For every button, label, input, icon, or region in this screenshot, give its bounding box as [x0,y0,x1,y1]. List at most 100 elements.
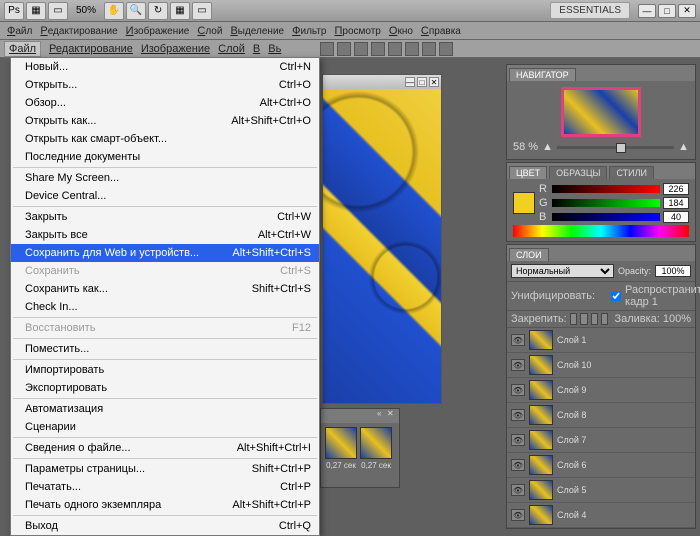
layer-row[interactable]: 👁 Слой 8 [507,403,695,428]
close-icon[interactable]: ✕ [678,4,696,18]
menu-item[interactable]: Файл [4,23,35,39]
menu-dropdown-item[interactable]: Параметры страницы...Shift+Ctrl+P [11,460,319,478]
visibility-eye-icon[interactable]: 👁 [511,459,525,471]
animation-frame[interactable]: 0,27 сек [360,427,392,470]
workspace-switcher[interactable]: ESSENTIALS [550,2,630,19]
canvas-image[interactable] [323,89,441,403]
menu-item[interactable]: Редактирование [37,23,120,39]
menu-dropdown-item[interactable]: Открыть как смарт-объект... [11,130,319,148]
menu-dropdown-item[interactable]: ЗакрытьCtrl+W [11,208,319,226]
zoom-tool-icon[interactable]: 🔍 [126,2,146,20]
hand-tool-icon[interactable]: ✋ [104,2,124,20]
visibility-eye-icon[interactable]: 👁 [511,509,525,521]
menu-dropdown-item[interactable]: Сохранить как...Shift+Ctrl+S [11,280,319,298]
foreground-swatch[interactable] [513,192,535,214]
visibility-eye-icon[interactable]: 👁 [511,434,525,446]
color-panel-tab[interactable]: СТИЛИ [609,166,654,179]
doc-minimize-icon[interactable]: — [405,77,415,87]
opacity-value[interactable]: 100% [655,265,691,277]
menu-item[interactable]: Изображение [123,23,193,39]
tool-icon[interactable]: ▭ [48,2,68,20]
menu-dropdown-item[interactable]: Share My Screen... [11,169,319,187]
maximize-icon[interactable]: □ [658,4,676,18]
b-value[interactable]: 40 [663,211,689,223]
g-value[interactable]: 184 [663,197,689,209]
layer-name[interactable]: Слой 8 [557,410,586,420]
menu-dropdown-item[interactable]: Поместить... [11,340,319,358]
expanded-menu-item[interactable]: Изображение [141,43,210,55]
lock-pos-icon[interactable] [591,313,598,325]
r-slider[interactable] [552,185,660,193]
nav-zoom-slider[interactable] [557,146,674,149]
layer-name[interactable]: Слой 5 [557,485,586,495]
menu-dropdown-item[interactable]: Автоматизация [11,400,319,418]
zoom-out-icon[interactable]: ▲ [542,141,553,153]
navigator-tab[interactable]: НАВИГАТОР [509,68,576,81]
opt-icon[interactable] [320,42,334,56]
visibility-eye-icon[interactable]: 👁 [511,484,525,496]
lock-all-icon[interactable] [601,313,608,325]
menu-dropdown-item[interactable]: Закрыть всеAlt+Ctrl+W [11,226,319,244]
navigator-thumb[interactable] [561,87,641,137]
layer-row[interactable]: 👁 Слой 4 [507,503,695,528]
menu-dropdown-item[interactable]: Экспортировать [11,379,319,397]
menu-dropdown-item[interactable]: Импортировать [11,361,319,379]
expanded-menu-item[interactable]: Слой [218,43,245,55]
menu-item[interactable]: Просмотр [331,23,383,39]
layer-name[interactable]: Слой 7 [557,435,586,445]
layer-name[interactable]: Слой 9 [557,385,586,395]
propagate-checkbox[interactable] [611,291,621,301]
ps-logo-icon[interactable]: Ps [4,2,24,20]
color-spectrum[interactable] [513,225,689,237]
frame-time[interactable]: 0,27 сек [360,461,392,470]
visibility-eye-icon[interactable]: 👁 [511,334,525,346]
menu-dropdown-item[interactable]: Печатать...Ctrl+P [11,478,319,496]
menu-dropdown-item[interactable]: Открыть как...Alt+Shift+Ctrl+O [11,112,319,130]
opt-icon[interactable] [405,42,419,56]
layer-row[interactable]: 👁Слой 1 [507,328,695,353]
opt-icon[interactable] [422,42,436,56]
animation-frame[interactable]: 0,27 сек [325,427,357,470]
visibility-eye-icon[interactable]: 👁 [511,384,525,396]
menu-dropdown-item[interactable]: Последние документы [11,148,319,166]
expanded-menu-item[interactable]: В [253,43,260,55]
visibility-eye-icon[interactable]: 👁 [511,409,525,421]
layer-row[interactable]: 👁 Слой 7 [507,428,695,453]
menu-dropdown-item[interactable]: Device Central... [11,187,319,205]
doc-maximize-icon[interactable]: □ [417,77,427,87]
layer-row[interactable]: 👁 Слой 9 [507,378,695,403]
menu-dropdown-item[interactable]: Обзор...Alt+Ctrl+O [11,94,319,112]
menu-dropdown-item[interactable]: Открыть...Ctrl+O [11,76,319,94]
zoom-display[interactable]: 50% [70,5,102,16]
minimize-icon[interactable]: — [638,4,656,18]
blend-mode-select[interactable]: Нормальный [511,264,614,278]
panel-close-icon[interactable]: ✕ [387,409,397,419]
opt-icon[interactable] [337,42,351,56]
menu-item[interactable]: Справка [418,23,464,39]
nav-zoom-value[interactable]: 58 % [513,141,538,153]
layer-name[interactable]: Слой 4 [557,510,586,520]
frame-time[interactable]: 0,27 сек [325,461,357,470]
opt-icon[interactable] [354,42,368,56]
opt-icon[interactable] [439,42,453,56]
layers-tab[interactable]: СЛОИ [509,248,549,261]
panel-collapse-icon[interactable]: « [377,409,387,419]
layer-name[interactable]: Слой 6 [557,460,586,470]
b-slider[interactable] [552,213,660,221]
bridge-icon[interactable]: ▦ [26,2,46,20]
rotate-icon[interactable]: ↻ [148,2,168,20]
menu-item[interactable]: Слой [194,23,225,39]
g-slider[interactable] [552,199,660,207]
menu-dropdown-item[interactable]: Check In... [11,298,319,316]
fill-value[interactable]: 100% [663,313,691,325]
lock-trans-icon[interactable] [570,313,577,325]
expanded-menu-item[interactable]: Файл [4,41,41,57]
arrange-icon[interactable]: ▦ [170,2,190,20]
menu-item[interactable]: Фильтр [289,23,329,39]
menu-item[interactable]: Выделение [227,23,287,39]
menu-item[interactable]: Окно [386,23,416,39]
opt-icon[interactable] [388,42,402,56]
menu-dropdown-item[interactable]: Печать одного экземпляраAlt+Shift+Ctrl+P [11,496,319,514]
menu-dropdown-item[interactable]: ВыходCtrl+Q [11,517,319,535]
expanded-menu-item[interactable]: Редактирование [49,43,133,55]
